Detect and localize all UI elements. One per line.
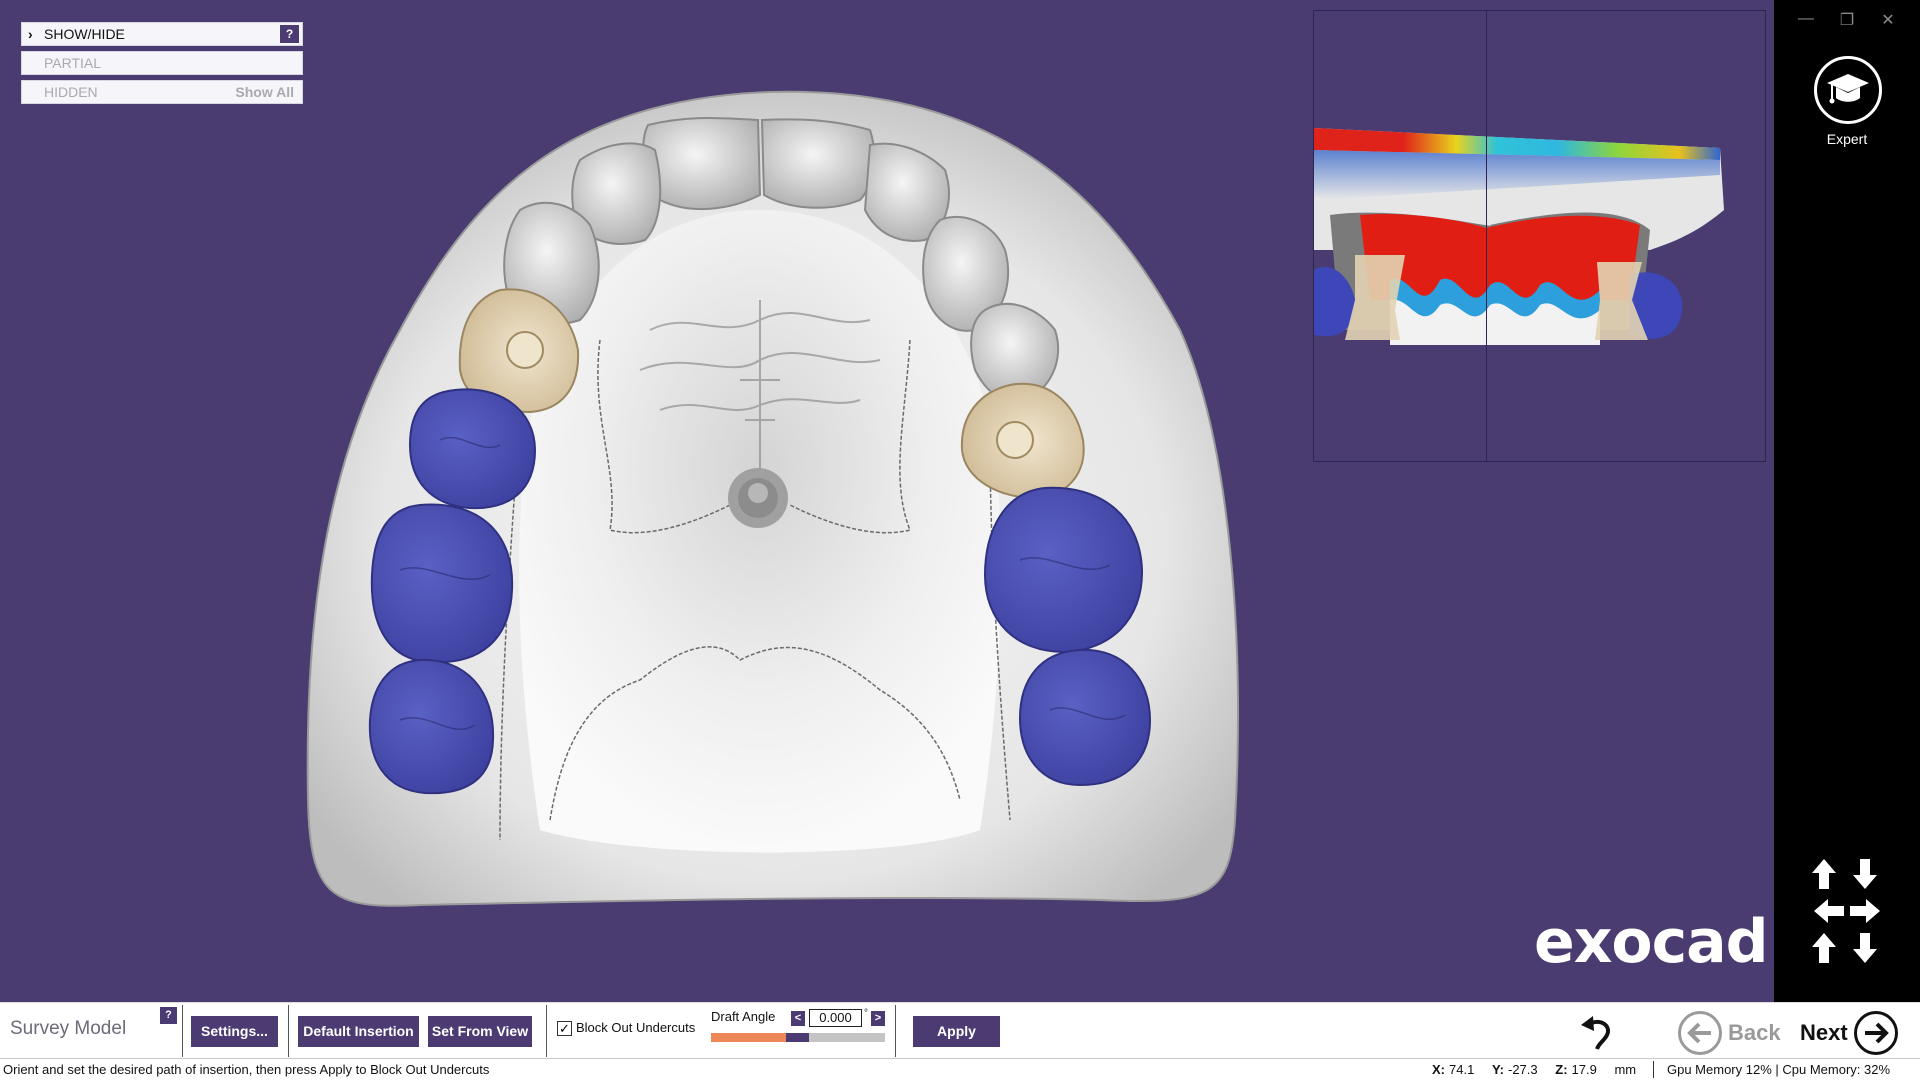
memory-usage: Gpu Memory 12% | Cpu Memory: 32% bbox=[1667, 1062, 1891, 1077]
right-sidebar: — ❐ ✕ Expert bbox=[1774, 0, 1920, 1002]
minimize-button[interactable]: — bbox=[1794, 10, 1818, 28]
z-label: Z: bbox=[1555, 1062, 1568, 1077]
draft-angle-label: Draft Angle bbox=[711, 1009, 776, 1024]
apply-button[interactable]: Apply bbox=[913, 1016, 1000, 1047]
toolbar-divider bbox=[895, 1005, 896, 1057]
help-button[interactable]: ? bbox=[280, 25, 299, 43]
z-value: 17.9 bbox=[1571, 1062, 1597, 1077]
step-title: Survey Model bbox=[10, 1018, 127, 1039]
graduation-cap-icon bbox=[1827, 74, 1869, 104]
y-label: Y: bbox=[1491, 1062, 1504, 1077]
x-value: 74.1 bbox=[1449, 1062, 1475, 1077]
toolbar-divider bbox=[182, 1005, 183, 1057]
block-out-undercuts-label[interactable]: Block Out Undercuts bbox=[576, 1020, 695, 1035]
draft-angle-slider-fill bbox=[711, 1033, 786, 1042]
draft-angle-input[interactable]: 0.000 bbox=[809, 1009, 862, 1027]
preview-center-line bbox=[1486, 11, 1487, 461]
show-hide-label: SHOW/HIDE bbox=[44, 26, 125, 42]
next-label: Next bbox=[1800, 1020, 1848, 1045]
status-divider bbox=[1653, 1061, 1654, 1078]
set-from-view-button[interactable]: Set From View bbox=[428, 1016, 532, 1047]
block-out-undercuts-checkbox[interactable]: ✓ bbox=[557, 1021, 572, 1036]
show-hide-row-partial[interactable]: PARTIAL bbox=[21, 51, 303, 75]
exocad-app: › SHOW/HIDE ? PARTIAL HIDDEN Show All ex… bbox=[0, 0, 1920, 1080]
draft-angle-slider[interactable] bbox=[711, 1033, 885, 1042]
hidden-label: HIDDEN bbox=[44, 84, 98, 100]
bottom-toolbar: Survey Model ? Settings... Default Inser… bbox=[0, 1002, 1920, 1058]
back-button[interactable]: Back bbox=[1678, 1011, 1781, 1055]
show-all-button[interactable]: Show All bbox=[235, 81, 294, 103]
3d-viewport[interactable]: › SHOW/HIDE ? PARTIAL HIDDEN Show All ex… bbox=[0, 0, 1774, 1002]
y-value: -27.3 bbox=[1507, 1062, 1538, 1077]
show-hide-panel: › SHOW/HIDE ? PARTIAL HIDDEN Show All bbox=[21, 22, 303, 109]
status-bar: Orient and set the desired path of inser… bbox=[0, 1058, 1920, 1080]
toolbar-divider bbox=[546, 1005, 547, 1057]
toolbar-divider bbox=[288, 1005, 289, 1057]
degree-unit: ° bbox=[864, 1008, 868, 1019]
show-hide-header[interactable]: › SHOW/HIDE ? bbox=[21, 22, 303, 46]
arrow-right-icon bbox=[1853, 1011, 1898, 1055]
exocad-logo: exocad bbox=[1534, 907, 1769, 977]
settings-button[interactable]: Settings... bbox=[191, 1016, 278, 1047]
unit-label: mm bbox=[1614, 1062, 1637, 1077]
view-direction-arrows-icon[interactable] bbox=[1810, 855, 1890, 967]
expert-label: Expert bbox=[1826, 131, 1868, 147]
cursor-coordinates: X: 74.1 Y: -27.3 Z: 17.9 mm bbox=[1432, 1062, 1636, 1077]
undo-icon[interactable] bbox=[1577, 1013, 1617, 1053]
show-hide-row-hidden[interactable]: HIDDEN Show All bbox=[21, 80, 303, 104]
insertion-preview-window[interactable] bbox=[1313, 10, 1766, 462]
decrease-angle-button[interactable]: < bbox=[791, 1011, 805, 1026]
back-label: Back bbox=[1728, 1020, 1781, 1045]
arrow-left-icon bbox=[1678, 1011, 1722, 1055]
increase-angle-button[interactable]: > bbox=[871, 1011, 885, 1026]
draft-angle-slider-thumb[interactable] bbox=[786, 1033, 809, 1042]
chevron-right-icon: › bbox=[28, 26, 33, 42]
status-message: Orient and set the desired path of inser… bbox=[3, 1062, 490, 1077]
default-insertion-button[interactable]: Default Insertion bbox=[298, 1016, 419, 1047]
x-label: X: bbox=[1432, 1062, 1445, 1077]
next-button[interactable]: Next bbox=[1800, 1011, 1898, 1055]
restore-button[interactable]: ❐ bbox=[1835, 10, 1859, 30]
step-help-button[interactable]: ? bbox=[160, 1007, 177, 1024]
partial-label: PARTIAL bbox=[44, 55, 102, 71]
expert-mode-button[interactable] bbox=[1814, 56, 1882, 124]
close-button[interactable]: ✕ bbox=[1876, 10, 1900, 30]
